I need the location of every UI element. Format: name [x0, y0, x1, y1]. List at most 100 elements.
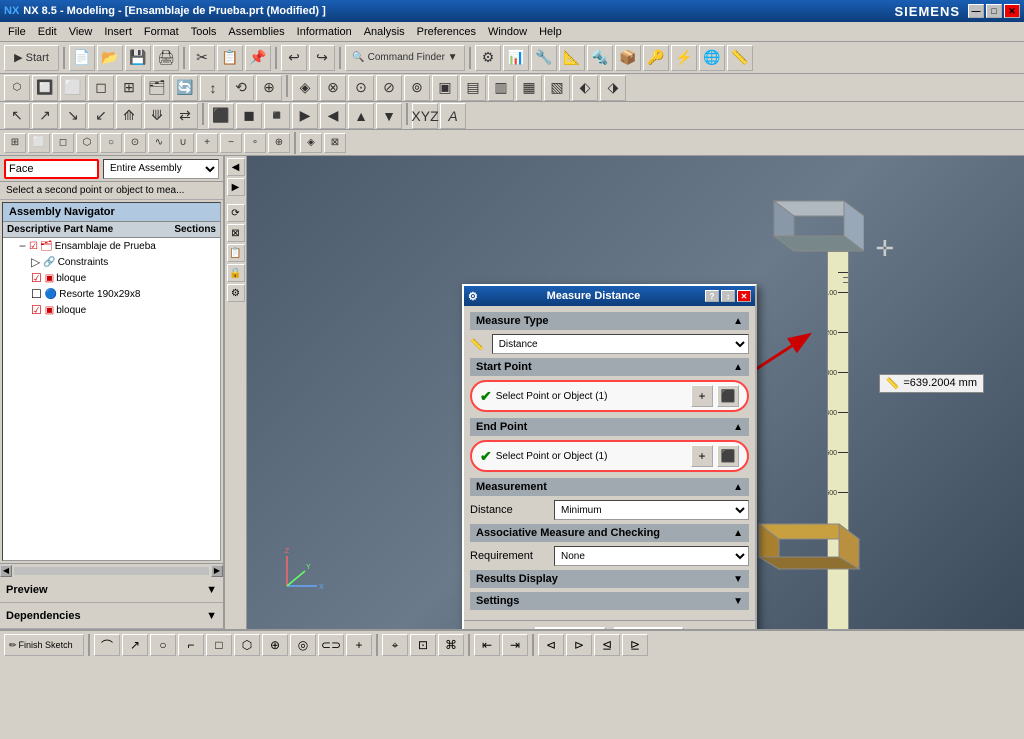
tb42-btn[interactable]: ⬗ [600, 75, 626, 101]
sel9-btn[interactable]: + [196, 133, 218, 153]
menu-window[interactable]: Window [482, 24, 533, 40]
close-button[interactable]: ✕ [1004, 4, 1020, 18]
sel2-btn[interactable]: ⬜ [28, 133, 50, 153]
tb27-btn[interactable]: 🔄 [172, 75, 198, 101]
list-item[interactable]: − ☑ 🗂 Ensamblaje de Prueba [3, 238, 220, 254]
sel12-btn[interactable]: ⊕ [268, 133, 290, 153]
scroll-left[interactable]: ◀ [0, 565, 12, 577]
measure-type-select[interactable]: Distance [492, 334, 749, 354]
menu-format[interactable]: Format [138, 24, 185, 40]
list-item[interactable]: ☑ ▣ bloque [3, 302, 220, 318]
tb23-btn[interactable]: ⬜ [60, 75, 86, 101]
command-finder-btn[interactable]: 🔍 Command Finder ▼ [345, 45, 465, 71]
tb9-btn[interactable]: 🌐 [699, 45, 725, 71]
menu-information[interactable]: Information [291, 24, 358, 40]
dialog-close-btn[interactable]: ✕ [737, 290, 751, 302]
tb39-btn[interactable]: ▦ [516, 75, 542, 101]
menu-tools[interactable]: Tools [185, 24, 223, 40]
new-btn[interactable]: 📄 [69, 45, 95, 71]
tb24-btn[interactable]: ◻ [88, 75, 114, 101]
sel1-btn[interactable]: ⊞ [4, 133, 26, 153]
results-display-section-header[interactable]: Results Display ▼ [470, 570, 749, 588]
side-icon-7[interactable]: ⚙ [227, 284, 245, 302]
status-btn-1[interactable]: ✏ Finish Sketch [4, 634, 84, 656]
list-item[interactable]: ☐ 🔵 Resorte 190x29x8 [3, 286, 220, 302]
minimize-button[interactable]: — [968, 4, 984, 18]
titlebar-controls[interactable]: — □ ✕ [968, 4, 1020, 18]
status-tool-3[interactable]: ○ [150, 634, 176, 656]
h-scrollbar[interactable]: ◀ ▶ [0, 563, 223, 577]
status-tool-4[interactable]: ⌐ [178, 634, 204, 656]
ok-button[interactable]: < OK > [535, 627, 606, 629]
settings-section-header[interactable]: Settings ▼ [470, 592, 749, 610]
tb4-btn[interactable]: 📐 [559, 45, 585, 71]
tb1-btn[interactable]: ⚙ [475, 45, 501, 71]
tb58-btn[interactable]: ⬛ [208, 103, 234, 129]
print-btn[interactable]: 🖨 [153, 45, 179, 71]
tb38-btn[interactable]: ▥ [488, 75, 514, 101]
dialog-titlebar[interactable]: ⚙ Measure Distance ? ↕ ✕ [464, 286, 755, 306]
paste-btn[interactable]: 📌 [245, 45, 271, 71]
dependencies-panel[interactable]: Dependencies ▼ [0, 603, 223, 629]
start-add-btn[interactable]: + [691, 385, 713, 407]
tb21-btn[interactable]: ⬡ [4, 75, 30, 101]
redo-btn[interactable]: ↪ [309, 45, 335, 71]
tb66-btn[interactable]: A [440, 103, 466, 129]
tb35-btn[interactable]: ⊚ [404, 75, 430, 101]
tb29-btn[interactable]: ⟲ [228, 75, 254, 101]
copy-btn[interactable]: 📋 [217, 45, 243, 71]
requirement-select[interactable]: None [554, 546, 749, 566]
menu-insert[interactable]: Insert [98, 24, 138, 40]
tb2-btn[interactable]: 📊 [503, 45, 529, 71]
tb3-btn[interactable]: 🔧 [531, 45, 557, 71]
start-point-section-header[interactable]: Start Point ▲ [470, 358, 749, 376]
undo-btn[interactable]: ↩ [281, 45, 307, 71]
tb56-btn[interactable]: ⟱ [144, 103, 170, 129]
tb51-btn[interactable]: ↖ [4, 103, 30, 129]
sel8-btn[interactable]: ∪ [172, 133, 194, 153]
sel10-btn[interactable]: − [220, 133, 242, 153]
status-tool-6[interactable]: ⬡ [234, 634, 260, 656]
tb8-btn[interactable]: ⚡ [671, 45, 697, 71]
menu-view[interactable]: View [63, 24, 99, 40]
end-edit-btn[interactable]: ⬛ [717, 445, 739, 467]
tb10-btn[interactable]: 📏 [727, 45, 753, 71]
sel11-btn[interactable]: ∘ [244, 133, 266, 153]
bottom-3d-object[interactable] [739, 519, 869, 574]
status-tool-1[interactable]: ⌒ [94, 634, 120, 656]
status-tool-13[interactable]: ⌘ [438, 634, 464, 656]
status-tool-19[interactable]: ⊵ [622, 634, 648, 656]
dialog-help-btn[interactable]: ? [705, 290, 719, 302]
start-button[interactable]: ▶ Start [4, 45, 59, 71]
sel7-btn[interactable]: ∿ [148, 133, 170, 153]
tb5-btn[interactable]: 🔩 [587, 45, 613, 71]
tb61-btn[interactable]: ▶ [292, 103, 318, 129]
side-icon-6[interactable]: 🔒 [227, 264, 245, 282]
tb30-btn[interactable]: ⊕ [256, 75, 282, 101]
status-tool-12[interactable]: ⊡ [410, 634, 436, 656]
open-btn[interactable]: 📂 [97, 45, 123, 71]
dialog-title-buttons[interactable]: ? ↕ ✕ [705, 290, 751, 302]
measure-type-section-header[interactable]: Measure Type ▲ [470, 312, 749, 330]
tb7-btn[interactable]: 🔑 [643, 45, 669, 71]
status-tool-8[interactable]: ◎ [290, 634, 316, 656]
tb25-btn[interactable]: ⊞ [116, 75, 142, 101]
tb59-btn[interactable]: ◼ [236, 103, 262, 129]
status-tool-2[interactable]: ↗ [122, 634, 148, 656]
cancel-button[interactable]: Cancel [614, 627, 684, 629]
menu-help[interactable]: Help [533, 24, 568, 40]
tb34-btn[interactable]: ⊘ [376, 75, 402, 101]
tb31-btn[interactable]: ◈ [292, 75, 318, 101]
sel14-btn[interactable]: ⊠ [324, 133, 346, 153]
tb65-btn[interactable]: XYZ [412, 103, 438, 129]
cut-btn[interactable]: ✂ [189, 45, 215, 71]
side-icon-4[interactable]: ⊠ [227, 224, 245, 242]
tb60-btn[interactable]: ◾ [264, 103, 290, 129]
sel4-btn[interactable]: ⬡ [76, 133, 98, 153]
end-add-btn[interactable]: + [691, 445, 713, 467]
tb32-btn[interactable]: ⊗ [320, 75, 346, 101]
tb41-btn[interactable]: ⬖ [572, 75, 598, 101]
tb52-btn[interactable]: ↗ [32, 103, 58, 129]
status-tool-10[interactable]: + [346, 634, 372, 656]
top-3d-object[interactable] [754, 196, 864, 256]
